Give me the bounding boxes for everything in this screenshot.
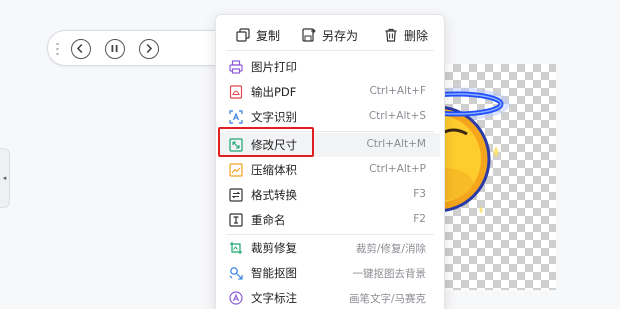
drag-grip-icon[interactable] (56, 43, 59, 55)
copy-label: 复制 (256, 28, 281, 43)
menu-item-label: 格式转换 (251, 188, 297, 202)
menu-divider (226, 234, 434, 235)
printer-icon (229, 60, 243, 74)
sidebar-collapse-handle[interactable]: ◂ (0, 148, 10, 208)
compress-icon (229, 163, 243, 177)
menu-item-label: 裁剪修复 (251, 241, 297, 255)
save-as-label: 另存为 (322, 28, 359, 43)
pause-icon (111, 45, 118, 52)
delete-label: 删除 (404, 28, 429, 43)
menu-item-annotate[interactable]: 文字标注 画笔文字/马赛克 (220, 286, 440, 309)
annotate-icon (229, 291, 243, 305)
menu-item-rename[interactable]: 重命名 F2 (220, 208, 440, 232)
save-as-icon (302, 28, 316, 42)
next-button[interactable] (139, 39, 159, 59)
previous-button[interactable] (71, 39, 91, 59)
menu-item-label: 压缩体积 (251, 163, 297, 177)
menu-divider (226, 50, 434, 51)
cutout-icon (229, 267, 243, 280)
copy-action[interactable]: 复制 (236, 23, 280, 47)
rename-icon (229, 213, 243, 227)
delete-action[interactable]: 删除 (384, 23, 428, 47)
chevron-left-icon (76, 43, 83, 54)
menu-item-label: 文字标注 (251, 291, 297, 305)
ocr-icon (229, 110, 243, 124)
menu-item-shortcut: 一键抠图去背景 (352, 268, 427, 280)
save-as-action[interactable]: 另存为 (302, 23, 358, 47)
menu-item-label: 图片打印 (251, 60, 297, 74)
trash-icon (385, 28, 397, 42)
menu-item-label: 重命名 (251, 213, 286, 227)
chevron-right-icon (146, 43, 153, 54)
emoji-image (445, 87, 510, 214)
menu-item-label: 输出PDF (251, 85, 297, 99)
menu-item-print[interactable]: 图片打印 (220, 55, 440, 79)
convert-icon (229, 188, 243, 202)
crop-repair-icon (230, 242, 242, 254)
menu-item-shortcut: F3 (413, 188, 426, 200)
pause-button[interactable] (105, 39, 125, 59)
menu-item-ocr[interactable]: 文字识别 Ctrl+Alt+S (220, 105, 440, 129)
menu-item-shortcut: 裁剪/修复/消除 (355, 243, 426, 255)
image-context-menu: 复制 另存为 删除 图片打印 输出PDF Ctrl+Alt+F 文字识别 Ctr… (215, 14, 445, 309)
menu-item-label: 文字识别 (251, 110, 297, 124)
image-preview[interactable] (445, 64, 556, 290)
menu-item-crop-repair[interactable]: 裁剪修复 裁剪/修复/消除 (220, 236, 440, 260)
menu-item-shortcut: Ctrl+Alt+F (369, 85, 426, 97)
highlight-annotation-box (218, 127, 314, 157)
menu-item-label: 智能抠图 (251, 266, 297, 280)
copy-icon (236, 28, 250, 42)
menu-item-compress[interactable]: 压缩体积 Ctrl+Alt+P (220, 158, 440, 182)
menu-item-shortcut: Ctrl+Alt+P (369, 163, 426, 175)
menu-top-actions: 复制 另存为 删除 (216, 23, 444, 47)
menu-item-shortcut: F2 (413, 213, 426, 225)
menu-item-shortcut: Ctrl+Alt+M (366, 138, 426, 150)
menu-item-smart-cutout[interactable]: 智能抠图 一键抠图去背景 (220, 261, 440, 285)
menu-item-shortcut: Ctrl+Alt+S (368, 110, 426, 122)
menu-item-shortcut: 画笔文字/马赛克 (348, 293, 426, 305)
menu-item-export-pdf[interactable]: 输出PDF Ctrl+Alt+F (220, 80, 440, 104)
pdf-icon (229, 85, 243, 99)
menu-item-convert[interactable]: 格式转换 F3 (220, 183, 440, 207)
